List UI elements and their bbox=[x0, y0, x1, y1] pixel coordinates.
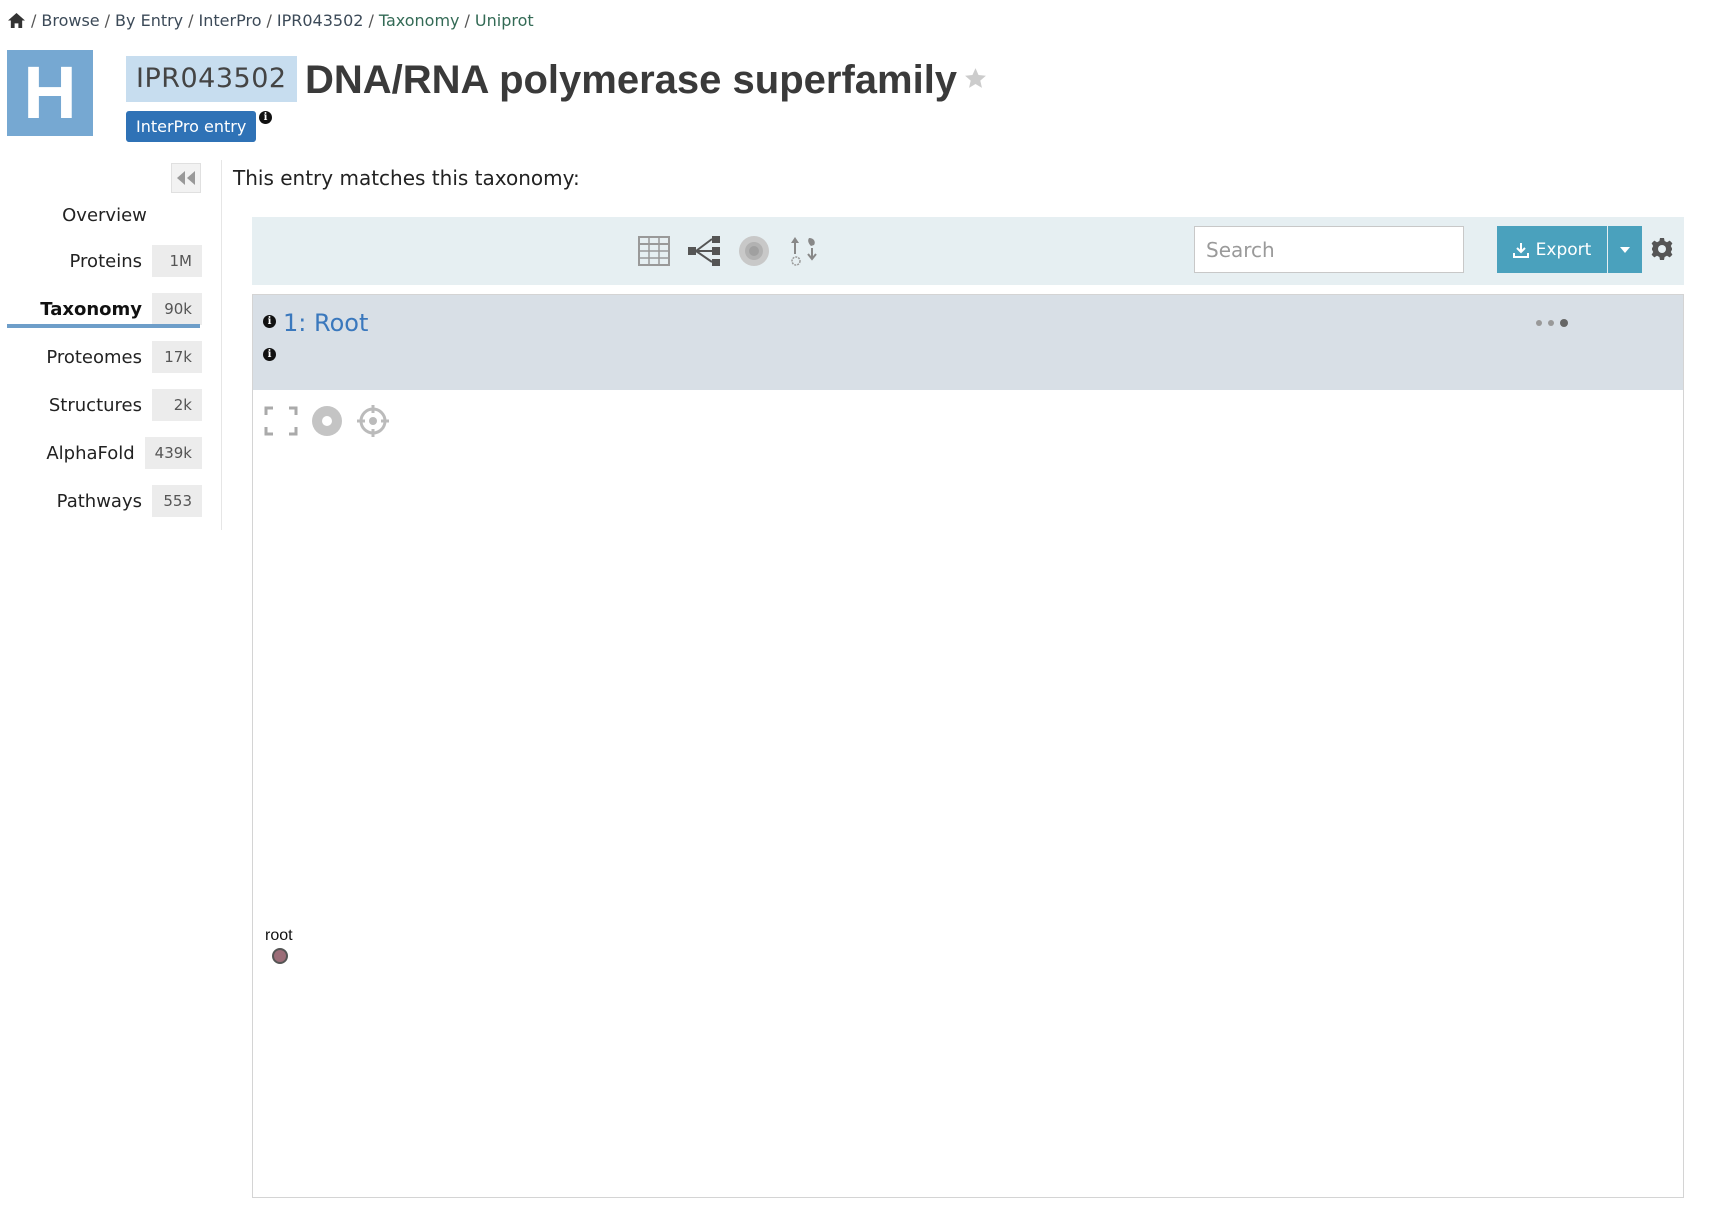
tree-canvas: root bbox=[253, 445, 1683, 1195]
entry-accession: IPR043502 bbox=[126, 56, 297, 102]
breadcrumb-browse[interactable]: Browse bbox=[41, 11, 99, 30]
home-icon[interactable] bbox=[7, 12, 26, 29]
breadcrumb-separator: / bbox=[188, 10, 194, 30]
sidebar-item-label: Structures bbox=[48, 394, 142, 416]
breadcrumb-separator: / bbox=[368, 10, 374, 30]
star-icon[interactable] bbox=[963, 66, 988, 91]
sidebar-item-label: Taxonomy bbox=[40, 298, 142, 320]
sidebar-item-label: Overview bbox=[62, 204, 147, 226]
crosshair-icon bbox=[357, 405, 389, 437]
sidebar-item-alphafold[interactable]: AlphaFold 439k bbox=[7, 436, 202, 470]
sidebar-item-pathways[interactable]: Pathways 553 bbox=[7, 484, 202, 518]
sidebar-item-count: 2k bbox=[152, 389, 202, 421]
root-node[interactable] bbox=[272, 948, 288, 964]
intro-text: This entry matches this taxonomy: bbox=[233, 166, 580, 190]
sidebar-item-structures[interactable]: Structures 2k bbox=[7, 388, 202, 422]
breadcrumb-separator: / bbox=[266, 10, 272, 30]
target-icon bbox=[312, 406, 342, 436]
sidebar-item-label: Proteins bbox=[69, 250, 142, 272]
export-dropdown-button[interactable] bbox=[1608, 226, 1642, 273]
info-icon[interactable]: i bbox=[263, 315, 276, 328]
info-icon[interactable]: i bbox=[259, 111, 272, 124]
page-title: DNA/RNA polymerase superfamily bbox=[305, 58, 958, 102]
tree-tools bbox=[263, 403, 391, 439]
sidebar-item-count: 1M bbox=[152, 245, 202, 277]
taxonomy-toolbar: Export bbox=[252, 217, 1684, 285]
focus-button[interactable] bbox=[309, 403, 345, 439]
sidebar-item-count: 553 bbox=[152, 485, 202, 517]
homologous-superfamily-logo: H bbox=[7, 50, 93, 136]
sidebar-item-taxonomy[interactable]: Taxonomy 90k bbox=[7, 292, 202, 326]
info-icon[interactable]: i bbox=[263, 348, 276, 361]
download-icon bbox=[1512, 242, 1529, 258]
search-input[interactable] bbox=[1194, 226, 1464, 273]
root-node-label: root bbox=[265, 927, 293, 944]
export-button[interactable]: Export bbox=[1497, 226, 1607, 273]
breadcrumb-separator: / bbox=[104, 10, 111, 30]
breadcrumb-interpro[interactable]: InterPro bbox=[199, 11, 262, 30]
sunburst-icon bbox=[739, 236, 769, 266]
sidebar-item-count: 439k bbox=[144, 437, 202, 469]
fullscreen-icon bbox=[264, 406, 298, 436]
sidebar-item-label: Pathways bbox=[56, 490, 142, 512]
table-view-button[interactable] bbox=[634, 231, 674, 271]
sidebar-item-proteomes[interactable]: Proteomes 17k bbox=[7, 340, 202, 374]
sidebar-item-label: Proteomes bbox=[46, 346, 142, 368]
gear-icon[interactable] bbox=[1650, 237, 1674, 261]
double-chevron-left-icon bbox=[177, 171, 195, 185]
active-tab-indicator bbox=[7, 324, 200, 328]
selected-node-title[interactable]: 1: Root bbox=[283, 309, 368, 337]
sidebar-item-proteins[interactable]: Proteins 1M bbox=[7, 244, 202, 278]
breadcrumb: / Browse / By Entry / InterPro / IPR0435… bbox=[7, 9, 534, 31]
keys-view-button[interactable] bbox=[784, 231, 824, 271]
recenter-button[interactable] bbox=[355, 403, 391, 439]
breadcrumb-taxonomy[interactable]: Taxonomy bbox=[379, 11, 460, 30]
sidebar-item-count: 17k bbox=[152, 341, 202, 373]
tree-icon bbox=[688, 236, 720, 266]
species-arrows-icon bbox=[791, 237, 817, 266]
sidebar: Overview Proteins 1M Taxonomy 90k Proteo… bbox=[7, 160, 222, 530]
breadcrumb-separator: / bbox=[464, 10, 470, 30]
table-icon bbox=[638, 236, 670, 266]
tree-view-button[interactable] bbox=[684, 231, 724, 271]
sidebar-item-overview[interactable]: Overview bbox=[7, 198, 202, 232]
entry-type-badge[interactable]: InterPro entry bbox=[126, 111, 257, 142]
taxonomy-tree-panel: i 1: Root i root bbox=[252, 294, 1684, 1198]
breadcrumb-uniprot[interactable]: Uniprot bbox=[475, 11, 534, 30]
collapse-sidebar-button[interactable] bbox=[171, 163, 201, 193]
export-label: Export bbox=[1535, 239, 1592, 260]
more-options-icon[interactable] bbox=[1533, 315, 1573, 331]
fullscreen-button[interactable] bbox=[263, 403, 299, 439]
sidebar-item-count: 90k bbox=[152, 293, 202, 325]
tree-header: i 1: Root i bbox=[253, 295, 1683, 390]
caret-down-icon bbox=[1620, 246, 1630, 253]
sunburst-view-button[interactable] bbox=[734, 231, 774, 271]
sidebar-item-label: AlphaFold bbox=[46, 442, 135, 464]
breadcrumb-by-entry[interactable]: By Entry bbox=[115, 11, 183, 30]
breadcrumb-separator: / bbox=[31, 10, 37, 30]
breadcrumb-accession[interactable]: IPR043502 bbox=[277, 11, 364, 30]
